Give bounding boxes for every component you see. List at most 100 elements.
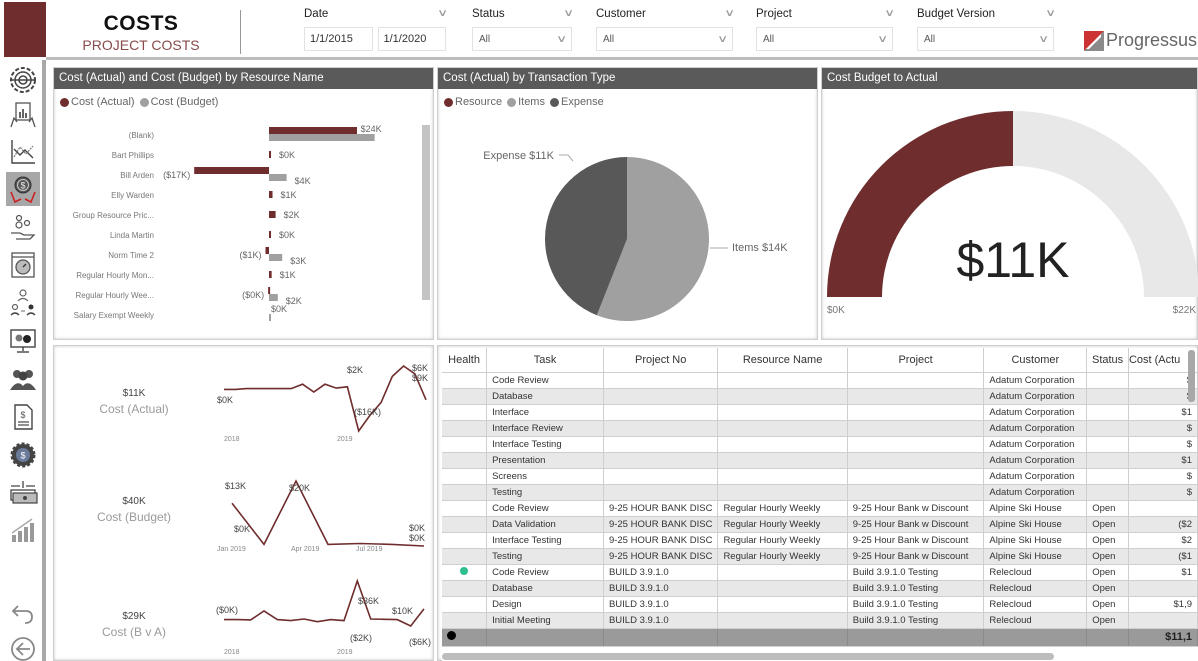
legend-item-resource[interactable]: Resource (444, 96, 502, 108)
table-row[interactable]: Code Review BUILD 3.9.1.0 Build 3.9.1.0 Te… (442, 564, 1198, 581)
customer-value: All (603, 33, 615, 45)
column-header[interactable]: Health (442, 348, 488, 373)
chevron-down-icon[interactable]: ∨ (1045, 5, 1056, 23)
bar-chart-title: Cost (Actual) and Cost (Budget) by Resou… (54, 68, 433, 89)
table-cell: Interface Testing (486, 436, 604, 453)
table-row[interactable]: Testing 9-25 HOUR BANK DISC Regular Hourly… (442, 548, 1198, 565)
bar-data-label: $1K (280, 270, 296, 280)
chevron-down-icon[interactable]: ∨ (884, 5, 895, 23)
health-cell (442, 500, 488, 517)
table-cell: $1 (1128, 404, 1198, 421)
total-cell (847, 628, 985, 647)
back-arrow-icon[interactable] (6, 632, 40, 661)
legend-item-actual[interactable]: Cost (Actual) (60, 96, 135, 108)
org-people-icon[interactable] (6, 286, 40, 320)
column-header[interactable]: Resource Name (717, 348, 848, 373)
table-row[interactable]: Design BUILD 3.9.1.0 Build 3.9.1.0 Testing… (442, 596, 1198, 613)
bar-chart-scrollbar[interactable] (422, 125, 430, 300)
table-cell: Open (1086, 500, 1129, 517)
health-cell (442, 564, 488, 581)
legend-label: Resource (455, 96, 503, 108)
total-cell (603, 628, 719, 647)
stopwatch-window-icon[interactable] (6, 248, 40, 282)
table-row[interactable]: Initial Meeting BUILD 3.9.1.0 Build 3.9.1.… (442, 612, 1198, 629)
column-header[interactable]: Project No (603, 348, 719, 373)
undo-icon[interactable] (6, 596, 40, 630)
table-cell (847, 452, 985, 469)
sidebar-nav: $ $ $ (0, 60, 46, 661)
gear-target-icon[interactable] (6, 63, 40, 97)
bar-chart-legend: Cost (Actual) Cost (Budget) (54, 89, 433, 108)
table-vertical-scrollbar[interactable] (1188, 350, 1195, 402)
line-chart-icon[interactable] (6, 135, 40, 169)
people-group-icon[interactable] (6, 362, 40, 396)
table-row[interactable]: Code Review 9-25 HOUR BANK DISC Regular Ho… (442, 500, 1198, 517)
status-dropdown[interactable]: All ∨ (472, 27, 572, 51)
table-row[interactable]: Interface Testing 9-25 HOUR BANK DISC Regu… (442, 532, 1198, 549)
dollar-gear-icon[interactable]: $ (6, 438, 40, 472)
coins-hand-icon[interactable] (6, 210, 40, 244)
table-row[interactable]: Screens Adatum Corporation $ (442, 468, 1198, 485)
dollar-hands-icon[interactable]: $ (6, 172, 40, 206)
cash-stack-icon[interactable] (6, 476, 40, 510)
table-cell: $1 (1128, 452, 1198, 469)
budget-version-dropdown[interactable]: All ∨ (917, 27, 1054, 51)
sparkline-x-tick: Jan 2019 (217, 546, 246, 553)
growth-chart-icon[interactable] (6, 513, 40, 547)
sparkline-data-label: $13K (225, 481, 246, 491)
column-header[interactable]: Status (1086, 348, 1129, 373)
table-row[interactable]: Data Validation 9-25 HOUR BANK DISC Regula… (442, 516, 1198, 533)
date-to-input[interactable]: 1/1/2020 (377, 27, 446, 51)
sparkline-1 (231, 479, 425, 547)
table-cell: Open (1086, 596, 1129, 613)
table-row[interactable]: DatabaseAdatum Corporation$ (442, 388, 1198, 405)
table-cell: Relecloud (983, 564, 1088, 581)
table-row[interactable]: Interface Testing Adatum Corporation $ (442, 436, 1198, 453)
chevron-down-icon[interactable]: ∨ (563, 5, 574, 23)
table-cell (1128, 580, 1198, 597)
invoice-document-icon[interactable]: $ (6, 400, 40, 434)
legend-item-expense[interactable]: Expense (549, 96, 604, 108)
date-from-input[interactable]: 1/1/2015 (304, 27, 373, 51)
table-cell (717, 564, 848, 581)
table-cell (847, 404, 985, 421)
bar-category-label: Bill Arden (120, 171, 154, 180)
project-dropdown[interactable]: All ∨ (756, 27, 893, 51)
chevron-down-icon[interactable]: ∨ (724, 5, 735, 23)
table-cell: Regular Hourly Weekly (717, 548, 848, 565)
title-divider (240, 10, 241, 54)
logo-text: Progressus (1106, 30, 1198, 50)
table-cell (717, 452, 848, 469)
chevron-down-icon[interactable]: ∨ (437, 5, 448, 23)
report-hands-icon[interactable] (6, 98, 40, 132)
column-header[interactable]: Customer (983, 348, 1088, 373)
legend-item-budget[interactable]: Cost (Budget) (139, 96, 218, 108)
gauge-value: $11K (956, 232, 1069, 288)
table-cell (847, 388, 985, 405)
table-cell: Open (1086, 612, 1129, 629)
bar-data-label: ($0K) (242, 290, 264, 300)
table-row[interactable]: Testing Adatum Corporation $ (442, 484, 1198, 501)
column-header[interactable]: Project (847, 348, 985, 373)
table-row[interactable]: Database BUILD 3.9.1.0 Build 3.9.1.0 Testi… (442, 580, 1198, 597)
legend-item-items[interactable]: Items (507, 96, 545, 108)
customer-dropdown[interactable]: All ∨ (596, 27, 733, 51)
cost-table: Health Task Project No Resource Name Project… (442, 348, 1198, 661)
table-cell: Build 3.9.1.0 Testing (847, 612, 985, 629)
bar-category-label: (Blank) (129, 131, 155, 140)
table-horizontal-scrollbar[interactable] (442, 653, 1054, 660)
table-row[interactable]: Code ReviewAdatum Corporation$ (442, 372, 1198, 389)
table-cell (603, 484, 719, 501)
table-row[interactable]: Interface Review Adatum Corporation $ (442, 420, 1198, 437)
column-header[interactable]: Task (486, 348, 604, 373)
bar-category-label: Regular Hourly Mon... (76, 271, 154, 280)
chevron-down-icon: ∨ (876, 33, 888, 45)
legend-dot (444, 97, 453, 107)
bar-budget (269, 174, 287, 181)
pie-chart-title: Cost (Actual) by Transaction Type (438, 68, 817, 89)
table-row[interactable]: Presentation Adatum Corporation $1 (442, 452, 1198, 469)
monitor-gears-icon[interactable] (6, 324, 40, 358)
health-cell (442, 596, 488, 613)
chevron-down-icon: ∨ (1037, 33, 1049, 45)
table-row[interactable]: Interface Adatum Corporation $1 (442, 404, 1198, 421)
